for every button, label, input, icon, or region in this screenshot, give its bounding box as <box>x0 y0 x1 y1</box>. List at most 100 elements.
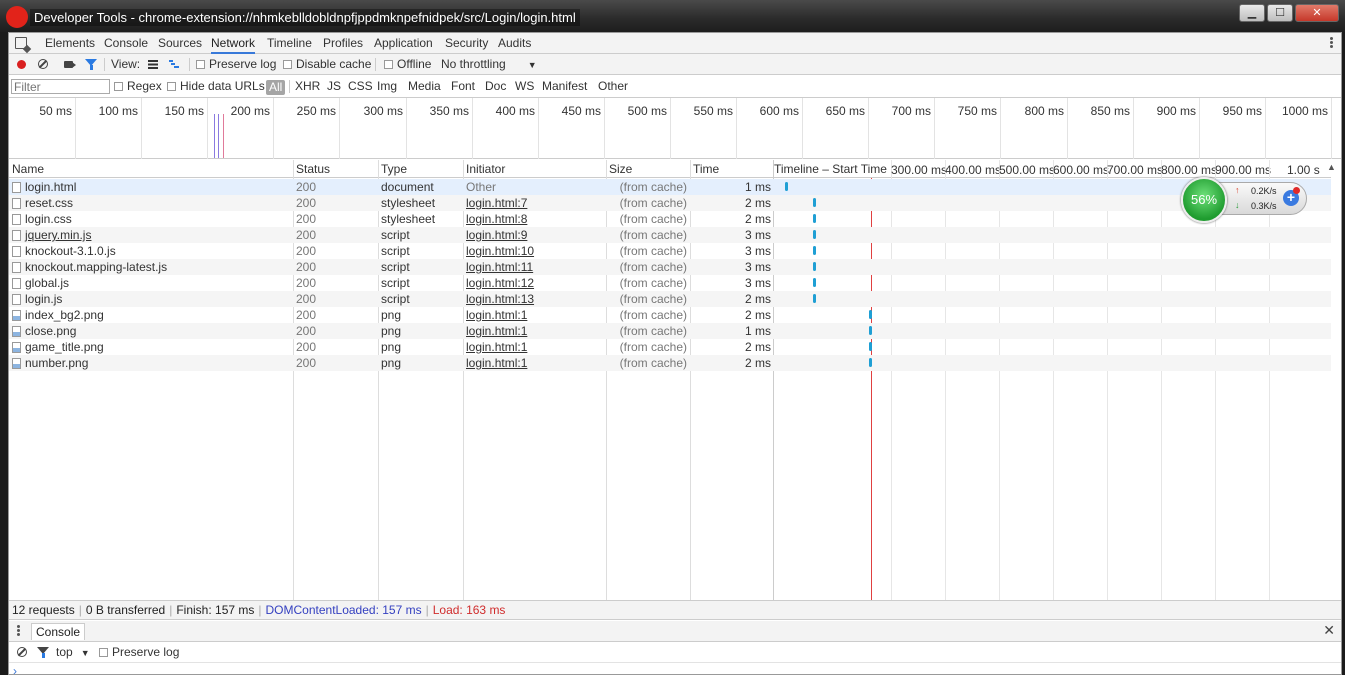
table-row[interactable]: knockout.mapping-latest.js 200 script login… <box>9 259 1331 275</box>
filter-type-manifest[interactable]: Manifest <box>542 75 587 98</box>
filter-type-doc[interactable]: Doc <box>485 75 506 98</box>
table-row[interactable]: game_title.png 200 png login.html:1 (from ca… <box>9 339 1331 355</box>
table-row[interactable]: global.js 200 script login.html:12 (from cac… <box>9 275 1331 291</box>
waterfall-bar[interactable] <box>869 358 872 367</box>
filter-type-xhr[interactable]: XHR <box>295 75 320 98</box>
column-status[interactable]: Status <box>293 160 378 178</box>
throttling-select[interactable]: No throttling ▼ <box>441 54 537 75</box>
cell-initiator[interactable]: login.html:10 <box>466 243 604 259</box>
filter-type-font[interactable]: Font <box>451 75 475 98</box>
table-row[interactable]: login.css 200 stylesheet login.html:8 (from … <box>9 211 1331 227</box>
filter-type-js[interactable]: JS <box>327 75 341 98</box>
waterfall-bar[interactable] <box>813 294 816 303</box>
file-name: login.html <box>25 180 77 194</box>
cell-initiator[interactable]: login.html:1 <box>466 355 604 371</box>
filter-input[interactable] <box>11 79 110 94</box>
drawer-menu-icon[interactable] <box>17 625 20 637</box>
context-select[interactable]: top ▼ <box>56 642 90 663</box>
cell-initiator[interactable]: login.html:1 <box>466 323 604 339</box>
inspect-element-icon[interactable] <box>15 37 27 49</box>
column-initiator[interactable]: Initiator <box>463 160 606 178</box>
close-drawer-icon[interactable]: ✕ <box>1323 622 1335 639</box>
clear-console-icon[interactable] <box>17 647 27 657</box>
table-row[interactable]: reset.css 200 stylesheet login.html:7 (from … <box>9 195 1331 211</box>
cell-initiator[interactable]: login.html:11 <box>466 259 604 275</box>
column-size[interactable]: Size <box>606 160 690 178</box>
table-row[interactable]: jquery.min.js 200 script login.html:9 (from … <box>9 227 1331 243</box>
minimize-button[interactable]: ▁ <box>1239 4 1265 22</box>
waterfall-bar[interactable] <box>785 182 788 191</box>
tab-profiles[interactable]: Profiles <box>323 33 363 54</box>
cell-initiator[interactable]: login.html:1 <box>466 339 604 355</box>
record-icon[interactable] <box>17 60 26 69</box>
preserve-log-checkbox[interactable]: Preserve log <box>196 54 276 75</box>
cell-size: (from cache) <box>619 340 687 354</box>
cell-initiator[interactable]: login.html:9 <box>466 227 604 243</box>
clear-icon[interactable] <box>38 59 48 69</box>
waterfall-bar[interactable] <box>813 230 816 239</box>
waterfall-bar[interactable] <box>813 278 816 287</box>
tab-security[interactable]: Security <box>445 33 488 54</box>
maximize-button[interactable]: ☐ <box>1267 4 1293 22</box>
filter-type-ws[interactable]: WS <box>515 75 534 98</box>
network-speed-widget[interactable]: 56% ↑ 0.2K/s ↓ 0.3K/s + <box>1181 177 1307 223</box>
console-preserve-log-checkbox[interactable]: Preserve log <box>99 642 179 663</box>
column-type[interactable]: Type <box>378 160 463 178</box>
table-row[interactable]: knockout-3.1.0.js 200 script login.html:10 (… <box>9 243 1331 259</box>
filter-type-all[interactable]: All <box>266 80 286 95</box>
filter-type-media[interactable]: Media <box>408 75 441 98</box>
cell-initiator[interactable]: login.html:8 <box>466 211 604 227</box>
tab-elements[interactable]: Elements <box>45 33 95 54</box>
large-rows-icon[interactable] <box>148 60 158 69</box>
filter-type-css[interactable]: CSS <box>348 75 373 98</box>
hide-data-urls-checkbox[interactable]: Hide data URLs <box>167 75 265 98</box>
table-row[interactable]: login.html 200 document Other (from cache) 1 … <box>9 179 1331 195</box>
filter-type-other[interactable]: Other <box>598 75 628 98</box>
waterfall-bar[interactable] <box>813 198 816 207</box>
overview-tick-label: 450 ms <box>561 104 601 118</box>
close-window-button[interactable]: ✕ <box>1295 4 1339 22</box>
more-options-icon[interactable] <box>1330 37 1333 49</box>
filter-type-img[interactable]: Img <box>377 75 397 98</box>
tab-sources[interactable]: Sources <box>158 33 202 54</box>
tab-console[interactable]: Console <box>104 33 148 54</box>
cell-status: 200 <box>296 228 317 242</box>
sort-ascending-icon[interactable]: ▲ <box>1327 162 1336 172</box>
disable-cache-checkbox[interactable]: Disable cache <box>283 54 371 75</box>
console-prompt[interactable]: › <box>13 664 17 675</box>
waterfall-bar[interactable] <box>813 214 816 223</box>
file-name: index_bg2.png <box>25 308 104 322</box>
waterfall-bar[interactable] <box>869 342 872 351</box>
tab-application[interactable]: Application <box>374 33 433 54</box>
column-time[interactable]: Time <box>690 160 774 178</box>
waterfall-bar[interactable] <box>813 262 816 271</box>
capture-screenshots-icon[interactable] <box>64 61 76 68</box>
column-name[interactable]: Name <box>9 160 293 178</box>
cell-initiator[interactable]: login.html:7 <box>466 195 604 211</box>
waterfall-bar[interactable] <box>813 246 816 255</box>
cell-initiator[interactable]: login.html:12 <box>466 275 604 291</box>
overview-gridline <box>1133 98 1134 159</box>
waterfall-bar[interactable] <box>869 326 872 335</box>
regex-checkbox[interactable]: Regex <box>114 75 162 98</box>
drawer-tab-console[interactable]: Console <box>31 623 86 640</box>
table-row[interactable]: number.png 200 png login.html:1 (from cache)… <box>9 355 1331 371</box>
console-filter-icon[interactable] <box>37 647 49 658</box>
download-arrow-icon: ↓ <box>1235 200 1240 210</box>
tab-timeline[interactable]: Timeline <box>267 33 312 54</box>
tab-network[interactable]: Network <box>211 33 256 54</box>
overview-timeline[interactable]: 50 ms 100 ms 150 ms 200 ms 250 ms 300 ms 350 m… <box>9 98 1341 159</box>
table-row[interactable]: login.js 200 script login.html:13 (from cach… <box>9 291 1331 307</box>
column-timeline[interactable]: Timeline – Start Time <box>773 160 893 178</box>
cell-initiator[interactable]: login.html:13 <box>466 291 604 307</box>
waterfall-bar[interactable] <box>869 310 872 319</box>
table-row[interactable]: index_bg2.png 200 png login.html:1 (from cac… <box>9 307 1331 323</box>
offline-checkbox[interactable]: Offline <box>384 54 431 75</box>
overview-gridline <box>670 98 671 159</box>
tab-audits[interactable]: Audits <box>498 33 531 54</box>
throttling-value: No throttling <box>441 57 506 71</box>
filter-icon[interactable] <box>85 59 97 70</box>
table-row[interactable]: close.png 200 png login.html:1 (from cache) 1… <box>9 323 1331 339</box>
cell-initiator[interactable]: login.html:1 <box>466 307 604 323</box>
overview-icon[interactable] <box>169 60 179 69</box>
